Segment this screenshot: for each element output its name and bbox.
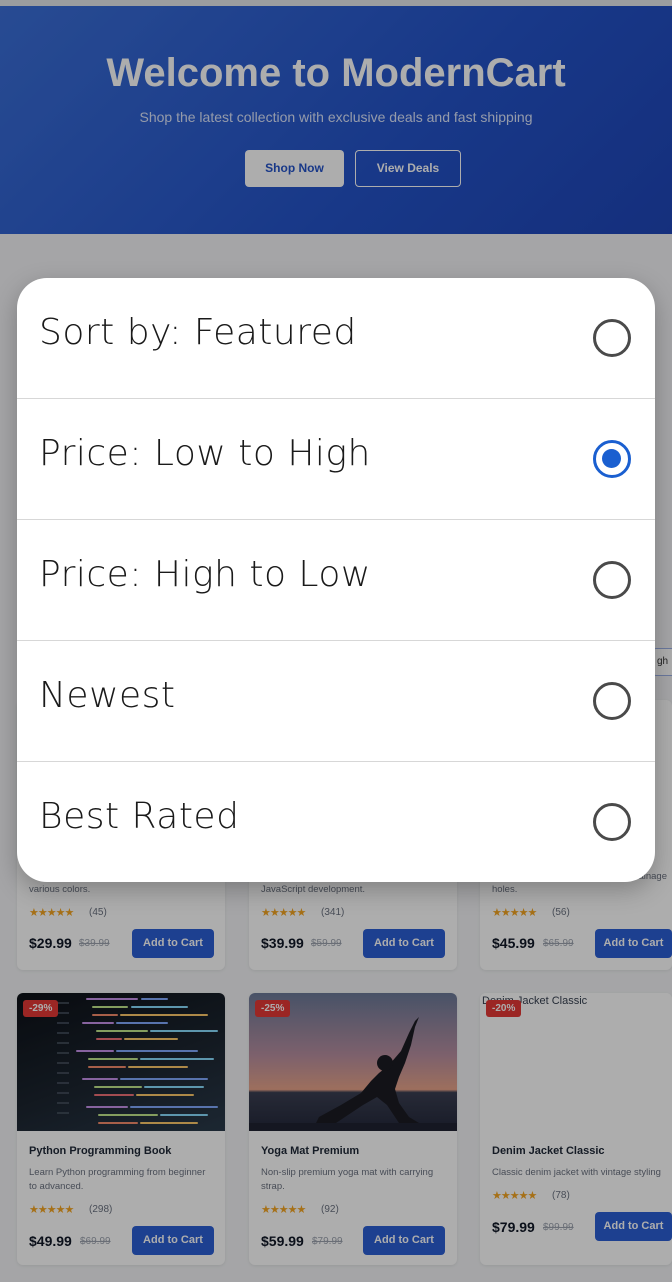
radio-unchecked-icon[interactable] bbox=[593, 803, 631, 841]
radio-unchecked-icon[interactable] bbox=[593, 682, 631, 720]
sort-option-label: Price: High to Low bbox=[39, 554, 371, 595]
sort-option-label: Sort by: Featured bbox=[39, 312, 357, 353]
sort-option-price-low-high[interactable]: Price: Low to High bbox=[17, 399, 655, 520]
sort-option-label: Best Rated bbox=[39, 796, 240, 837]
sort-option-label: Price: Low to High bbox=[39, 433, 371, 474]
radio-unchecked-icon[interactable] bbox=[593, 319, 631, 357]
sort-option-newest[interactable]: Newest bbox=[17, 641, 655, 762]
sort-option-price-high-low[interactable]: Price: High to Low bbox=[17, 520, 655, 641]
radio-unchecked-icon[interactable] bbox=[593, 561, 631, 599]
sort-option-label: Newest bbox=[39, 675, 176, 716]
radio-checked-icon[interactable] bbox=[593, 440, 631, 478]
sort-options-dialog: Sort by: Featured Price: Low to High Pri… bbox=[17, 278, 655, 882]
sort-option-best-rated[interactable]: Best Rated bbox=[17, 762, 655, 882]
sort-option-featured[interactable]: Sort by: Featured bbox=[17, 278, 655, 399]
